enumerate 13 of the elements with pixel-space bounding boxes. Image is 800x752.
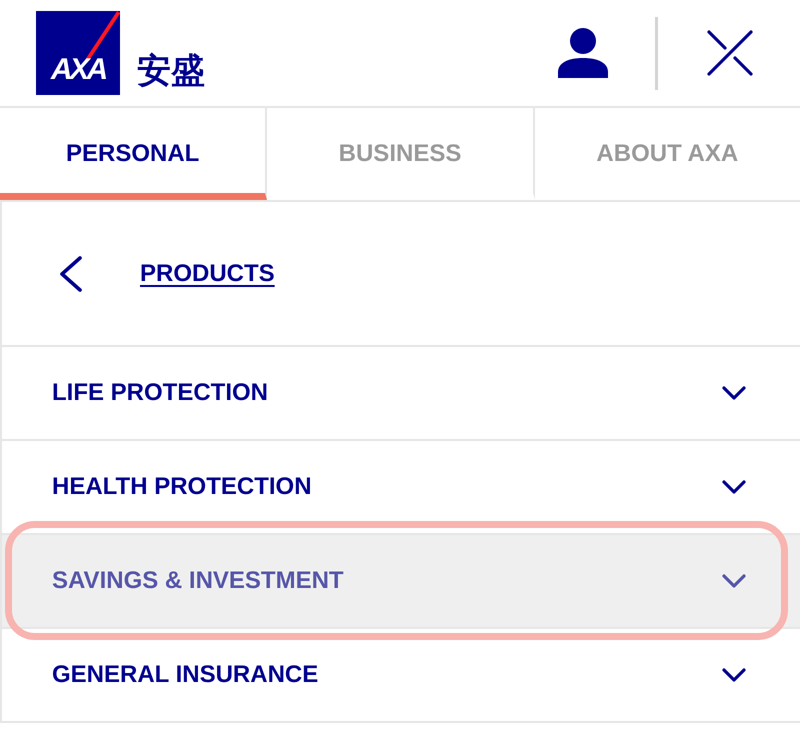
back-chevron-icon[interactable]: [59, 256, 83, 292]
tab[interactable]: PERSONAL: [0, 108, 268, 200]
brand-name: 安盛: [137, 53, 205, 89]
user-icon[interactable]: [558, 28, 608, 78]
menu-item[interactable]: SAVINGS & INVESTMENT: [2, 535, 800, 627]
products-link[interactable]: PRODUCTS: [140, 260, 275, 288]
chevron-down-icon: [722, 480, 746, 494]
logo-tile[interactable]: AXA: [36, 11, 120, 95]
logo-text: AXA: [50, 55, 106, 85]
chevron-down-icon: [722, 386, 746, 400]
close-icon[interactable]: [707, 30, 753, 76]
chevron-down-icon: [722, 668, 746, 682]
chevron-down-icon: [722, 574, 746, 588]
